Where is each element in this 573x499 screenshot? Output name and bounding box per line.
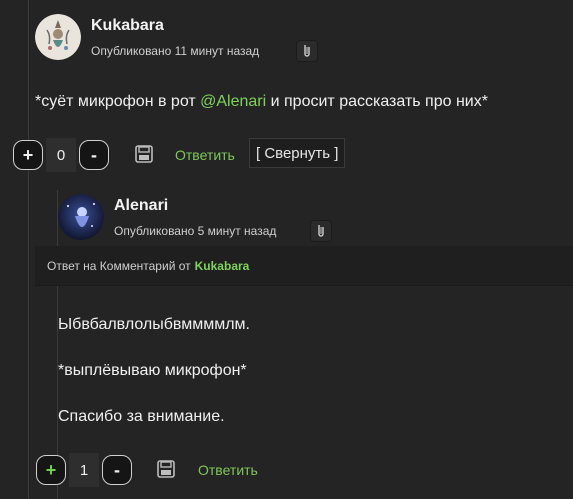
avatar[interactable] xyxy=(35,14,81,60)
downvote-button[interactable]: - xyxy=(79,140,109,170)
plus-icon: + xyxy=(45,459,57,480)
minus-icon: - xyxy=(114,459,120,480)
reply-to-bar: Ответ на Комментарий от Kukabara xyxy=(35,246,573,286)
minus-icon: - xyxy=(91,144,97,165)
reply-vote-count: 1 xyxy=(69,453,99,487)
thread-line-reply xyxy=(57,190,58,499)
vote-count: 0 xyxy=(46,138,76,172)
reply-paragraph: *выплёвываю микрофон* xyxy=(58,362,247,379)
reply-to-label: Ответ на Комментарий от xyxy=(47,258,191,273)
save-icon[interactable] xyxy=(134,144,154,164)
reply-author[interactable]: Alenari xyxy=(114,197,168,215)
comment-author[interactable]: Kukabara xyxy=(91,17,164,35)
comment-text-after: и просит рассказать про них* xyxy=(266,93,488,110)
pin-icon xyxy=(318,225,324,237)
reply-button[interactable]: Ответить xyxy=(175,147,235,163)
comment-text-before: *суёт микрофон в рот xyxy=(35,93,201,110)
reply-paragraph: Ыбвбалвлолыбвммммлм. xyxy=(58,316,250,333)
save-icon[interactable] xyxy=(156,459,176,479)
reply-pin-button[interactable] xyxy=(310,220,332,242)
reply-reply-button[interactable]: Ответить xyxy=(198,462,258,478)
collapse-button[interactable]: [ Свернуть ] xyxy=(249,138,346,168)
mention-link[interactable]: @Alenari xyxy=(200,93,266,110)
reply-avatar[interactable] xyxy=(58,194,104,240)
pin-button[interactable] xyxy=(296,40,318,62)
reply-downvote-button[interactable]: - xyxy=(102,455,132,485)
pin-icon xyxy=(304,45,310,57)
comment-text: *суёт микрофон в рот @Alenari и просит р… xyxy=(35,93,488,111)
reply-published-time: Опубликовано 5 минут назад xyxy=(114,224,277,238)
reply-upvote-button[interactable]: + xyxy=(36,455,66,485)
reply-paragraph: Спасибо за внимание. xyxy=(58,408,225,425)
reply-to-author-link[interactable]: Kukabara xyxy=(195,259,250,273)
plus-icon: + xyxy=(22,144,34,165)
thread-line-main xyxy=(28,0,29,499)
upvote-button[interactable]: + xyxy=(13,140,43,170)
comment-published-time: Опубликовано 11 минут назад xyxy=(91,44,260,58)
